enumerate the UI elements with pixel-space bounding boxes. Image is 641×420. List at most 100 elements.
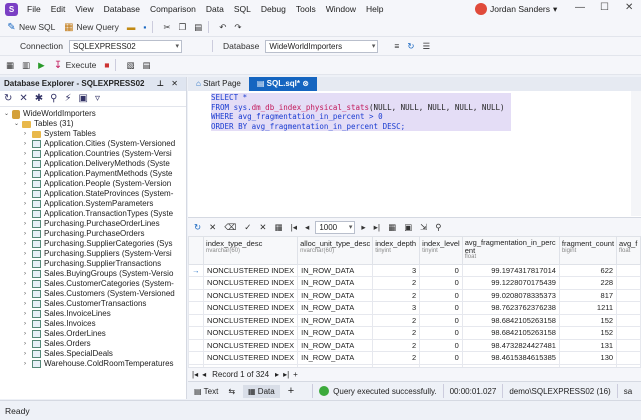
table-cell[interactable]: 0 [419, 326, 463, 340]
sql-code[interactable]: SELECT * FROM sys.dm_db_index_physical_s… [211, 93, 511, 131]
discard-icon[interactable]: ✕ [257, 220, 268, 235]
menu-help[interactable]: Help [361, 0, 388, 18]
close-icon[interactable]: ✕ [171, 77, 178, 91]
layout-icon[interactable]: ▥ [20, 58, 32, 73]
table-cell[interactable]: 817 [558, 288, 618, 302]
cancel-icon[interactable]: ✕ [207, 220, 218, 235]
table-cell[interactable]: 3 [372, 301, 421, 315]
add-tab-icon[interactable]: + [288, 385, 294, 397]
table-cell[interactable] [616, 326, 641, 340]
column-header[interactable]: avg_f float [616, 236, 641, 265]
table-cell[interactable]: 98.6842105263158 [461, 326, 560, 340]
table-cell[interactable]: 98.4615384615385 [461, 351, 560, 365]
tree-item-tables[interactable]: ⌄ Tables (31) [14, 119, 74, 129]
table-cell[interactable]: 152 [558, 313, 618, 327]
run-icon[interactable]: ▶ [36, 58, 47, 73]
list-icon[interactable]: ☰ [421, 39, 433, 54]
menu-tools[interactable]: Tools [291, 0, 321, 18]
tree-item-table[interactable]: › Sales.CustomerTransactions [24, 299, 146, 309]
new-object-icon[interactable]: ✱ [35, 93, 43, 104]
table-cell[interactable]: 152 [558, 326, 618, 340]
refresh-icon[interactable]: ↻ [192, 220, 203, 235]
apply-icon[interactable]: ✓ [242, 220, 253, 235]
table-cell[interactable] [616, 263, 641, 277]
new-query-button[interactable]: ▦ New Query [61, 20, 121, 35]
connection-combo[interactable]: SQLEXPRESS02 ▾ [69, 39, 183, 53]
refresh-icon[interactable]: ↻ [4, 93, 12, 104]
swap-icon[interactable]: ⇆ [228, 387, 235, 396]
menu-edit[interactable]: Edit [46, 0, 71, 18]
new-sql-button[interactable]: ✎ New SQL [4, 20, 57, 35]
table-cell[interactable]: 99.1228070175439 [461, 276, 560, 290]
tab-start-page[interactable]: ⌂ Start Page [188, 77, 249, 91]
column-header[interactable]: index_depth tinyint [372, 236, 421, 265]
table-cell[interactable]: 2 [372, 338, 421, 352]
table-cell[interactable]: NONCLUSTERED INDEX [203, 276, 299, 290]
tree-item-table[interactable]: › Application.DeliveryMethods (Syste [24, 159, 170, 169]
table-cell[interactable]: 0 [419, 301, 463, 315]
tree-item-table[interactable]: › Sales.InvoiceLines [24, 309, 111, 319]
grid-view-icon[interactable]: ▦ [386, 220, 398, 235]
table-cell[interactable]: IN_ROW_DATA [297, 288, 374, 302]
table-cell[interactable]: 99.1974317817014 [461, 263, 560, 277]
connect-icon[interactable]: ⚡ [65, 93, 72, 104]
tree-item-table[interactable]: › Sales.Invoices [24, 319, 96, 329]
card-view-icon[interactable]: ▣ [402, 220, 414, 235]
table-cell[interactable]: IN_ROW_DATA [297, 301, 374, 315]
view-icon[interactable]: ▣ [79, 93, 88, 104]
table-cell[interactable]: 98.4732824427481 [461, 338, 560, 352]
table-cell[interactable]: NONCLUSTERED INDEX [203, 263, 299, 277]
table-cell[interactable]: 99.0208078335373 [461, 288, 560, 302]
table-row[interactable]: NONCLUSTERED INDEX IN_ROW_DATA 2 0 98.684210… [188, 313, 641, 327]
column-header[interactable]: index_level tinyint [419, 236, 463, 265]
table-cell[interactable]: 98.7623762376238 [461, 301, 560, 315]
editor-scrollbar[interactable] [631, 91, 641, 216]
table-cell[interactable]: IN_ROW_DATA [297, 351, 374, 365]
filter-icon[interactable]: ⚲ [433, 220, 443, 235]
table-cell[interactable] [616, 338, 641, 352]
table-cell[interactable]: 0 [419, 313, 463, 327]
tree-item-table[interactable]: › Application.SystemParameters [24, 199, 153, 209]
table-cell[interactable] [616, 288, 641, 302]
tree-item-table[interactable]: › Application.Cities (System-Versioned [24, 139, 175, 149]
first-page-icon[interactable]: |◂ [289, 220, 299, 235]
table-row[interactable]: NONCLUSTERED INDEX IN_ROW_DATA 2 0 99.122807… [188, 276, 641, 290]
refresh-icon[interactable]: ↻ [405, 39, 416, 54]
last-record-icon[interactable]: ▸| [283, 370, 289, 379]
add-record-icon[interactable]: + [293, 370, 298, 379]
prev-record-icon[interactable]: ◂ [202, 370, 206, 379]
cut-icon[interactable]: ✂ [161, 20, 172, 35]
table-row[interactable]: NONCLUSTERED INDEX IN_ROW_DATA 2 0 98.461538… [188, 351, 641, 365]
table-row[interactable]: → NONCLUSTERED INDEX IN_ROW_DATA 3 0 99.19743… [188, 263, 641, 277]
menu-data[interactable]: Data [201, 0, 229, 18]
tree-item-table[interactable]: › Warehouse.ColdRoomTemperatures [24, 359, 174, 369]
table-cell[interactable]: 3 [372, 263, 421, 277]
tree-item-table[interactable]: › Purchasing.PurchaseOrders [24, 229, 145, 239]
table-cell[interactable]: NONCLUSTERED INDEX [203, 326, 299, 340]
table-cell[interactable] [616, 301, 641, 315]
tree-item-table[interactable]: › Purchasing.SupplierTransactions [24, 259, 161, 269]
data-tab[interactable]: ▦ Data [243, 384, 280, 398]
tree-item-table[interactable]: › Sales.CustomerCategories (System- [24, 279, 174, 289]
delete-icon[interactable]: ⌫ [222, 220, 238, 235]
export-icon[interactable]: ⇲ [418, 220, 429, 235]
table-cell[interactable]: 0 [419, 276, 463, 290]
table-cell[interactable]: 2 [372, 276, 421, 290]
tab-sql[interactable]: ▤ SQL.sql* ⊗ [248, 77, 317, 91]
grid-settings-icon[interactable]: ▦ [273, 220, 285, 235]
table-row[interactable]: NONCLUSTERED INDEX IN_ROW_DATA 2 0 99.020807… [188, 288, 641, 302]
table-cell[interactable] [616, 351, 641, 365]
grid-icon[interactable]: ▦ [4, 58, 16, 73]
table-cell[interactable]: 2 [372, 326, 421, 340]
table-row[interactable]: NONCLUSTERED INDEX IN_ROW_DATA 2 0 98.473282… [188, 338, 641, 352]
table-icon[interactable]: ▤ [141, 58, 153, 73]
table-cell[interactable]: IN_ROW_DATA [297, 338, 374, 352]
paste-icon[interactable]: ▤ [192, 20, 204, 35]
table-cell[interactable]: 2 [372, 351, 421, 365]
user-account[interactable]: Jordan Sanders ▾ [475, 3, 557, 15]
delete-icon[interactable]: ✕ [19, 93, 27, 104]
copy-icon[interactable]: ❐ [177, 20, 189, 35]
menu-sql[interactable]: SQL [229, 0, 256, 18]
funnel-icon[interactable]: ▿ [95, 93, 100, 104]
stop-icon[interactable]: ■ [102, 58, 111, 73]
